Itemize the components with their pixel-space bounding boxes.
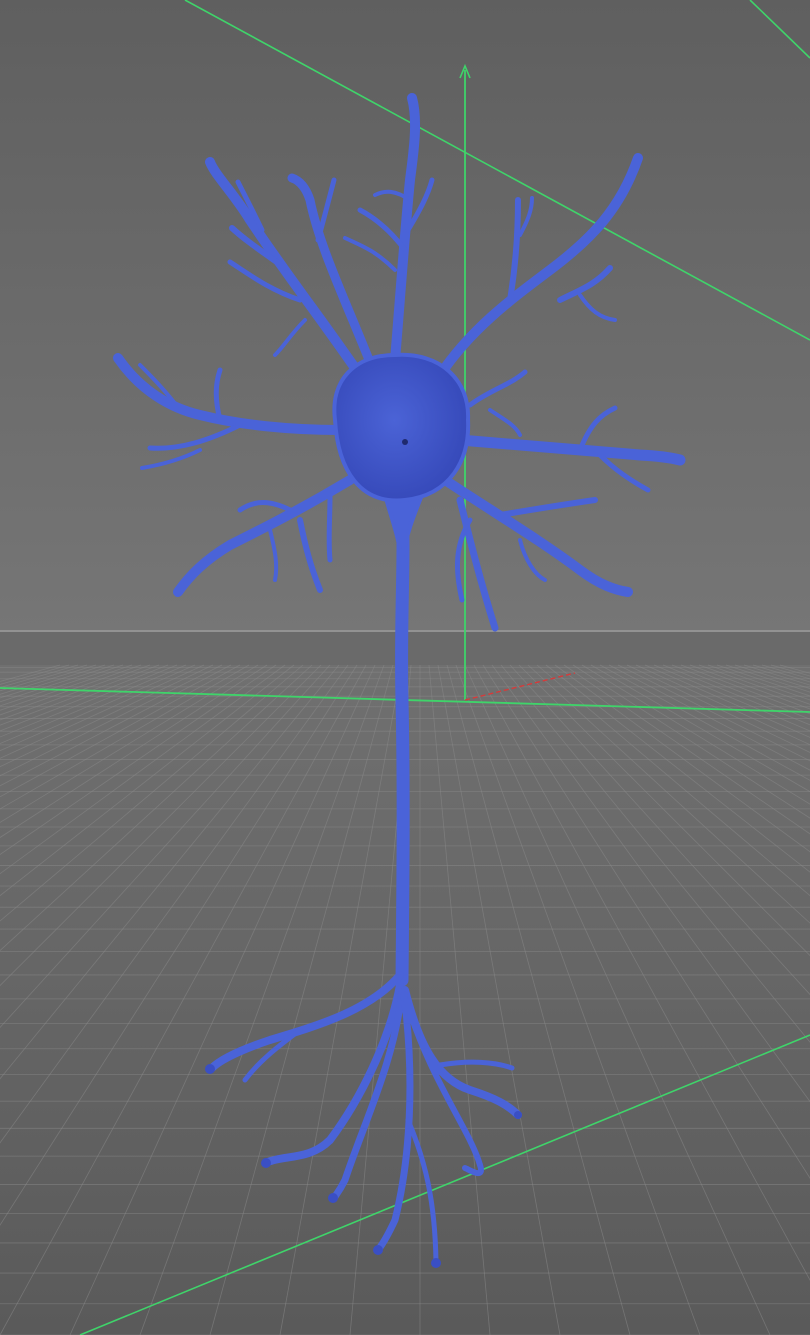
axon [395,498,410,987]
soma-nucleus [402,439,408,445]
viewport-canvas[interactable] [0,0,810,1335]
3d-viewport[interactable] [0,0,810,1335]
soma [332,352,471,503]
dendrite-lower-left-a3 [326,492,333,563]
